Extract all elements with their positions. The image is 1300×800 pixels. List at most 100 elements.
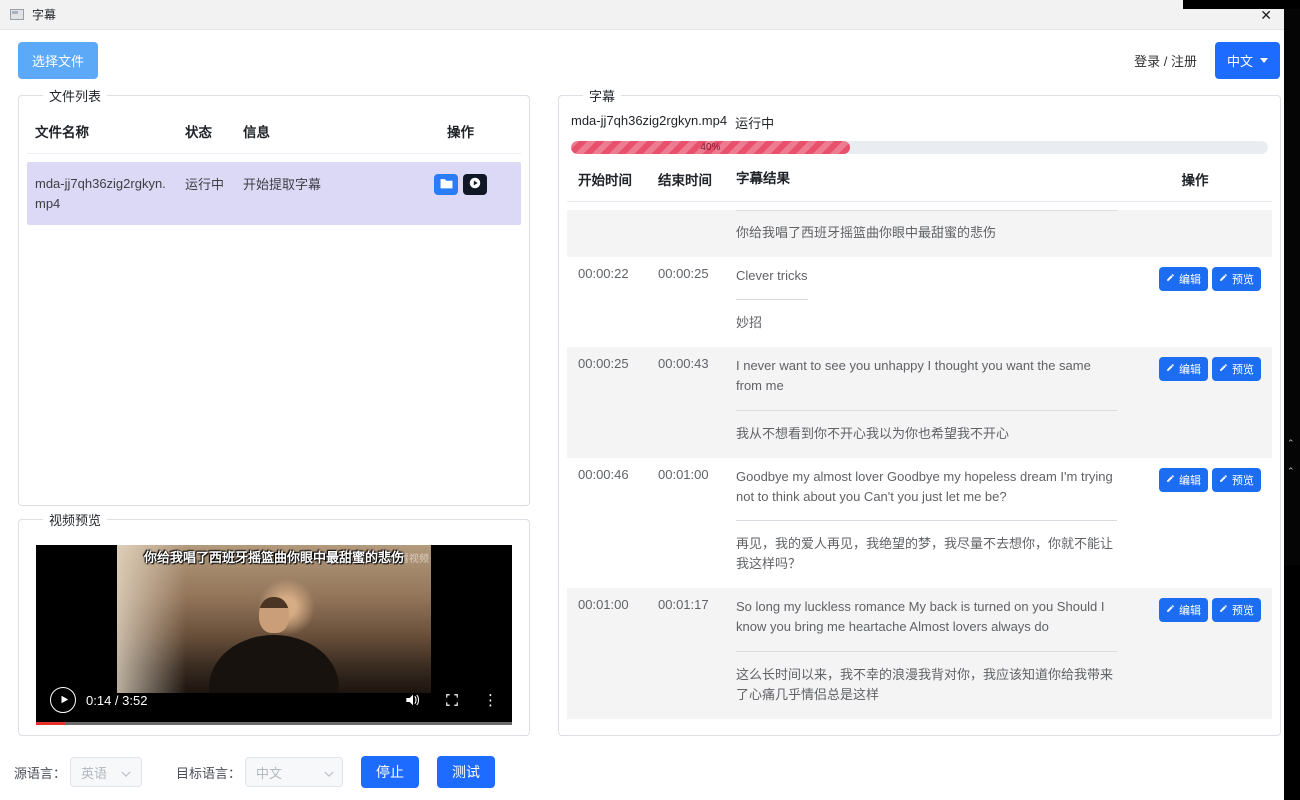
file-actions (408, 174, 513, 213)
test-button[interactable]: 测试 (437, 756, 495, 788)
video-figure (259, 597, 289, 633)
scroll-up-icon[interactable]: ⌃ (1287, 466, 1295, 477)
col-header-action: 操作 (1129, 169, 1261, 190)
edit-label: 编辑 (1179, 602, 1201, 618)
preview-button[interactable]: 预览 (1212, 267, 1261, 291)
pencil-icon (1219, 273, 1228, 285)
file-table-header: 文件名称 状态 信息 操作 (27, 105, 521, 154)
video-frame: 你给我唱了西班牙摇篮曲你眼中最甜蜜的悲伤 好看视频 (117, 545, 431, 693)
play-icon (58, 691, 69, 709)
edit-label: 编辑 (1179, 472, 1201, 488)
footer-bar: 源语言： 英语 目标语言： 中文 停止 测试 (0, 744, 1284, 800)
edit-button[interactable]: 编辑 (1159, 468, 1208, 492)
folder-icon (440, 177, 453, 192)
edit-button[interactable]: 编辑 (1159, 598, 1208, 622)
source-language-select[interactable]: 英语 (70, 757, 142, 787)
edit-label: 编辑 (1179, 361, 1201, 377)
preview-button[interactable]: 预览 (1212, 468, 1261, 492)
subtitle-original: I never want to see you unhappy I though… (736, 356, 1117, 410)
file-name: mda-jj7qh36zig2rgkyn.mp4 (35, 174, 185, 213)
video-player[interactable]: 你给我唱了西班牙摇篮曲你眼中最甜蜜的悲伤 好看视频 0:14 / 3:52 (36, 545, 512, 725)
edit-button[interactable]: 编辑 (1159, 267, 1208, 291)
file-status: 运行中 (185, 174, 243, 213)
col-header-action: 操作 (408, 121, 513, 141)
col-header-result: 字幕结果 (736, 169, 1129, 190)
col-header-start-time: 开始时间 (578, 169, 658, 190)
edit-button[interactable]: 编辑 (1159, 357, 1208, 381)
video-controls-right: ⋮ (405, 691, 498, 709)
edit-label: 编辑 (1179, 271, 1201, 287)
subtitle-file-name: mda-jj7qh36zig2rgkyn.mp4 (571, 113, 727, 132)
subtitle-row-partial: 你给我唱了西班牙摇篮曲你眼中最甜蜜的悲伤 (567, 210, 1272, 257)
scroll-up-icon[interactable]: ⌃ (1287, 438, 1295, 449)
preview-label: 预览 (1232, 271, 1254, 287)
open-folder-button[interactable] (434, 174, 458, 195)
stop-button[interactable]: 停止 (361, 756, 419, 788)
subtitle-rows: 你给我唱了西班牙摇篮曲你眼中最甜蜜的悲伤 00:00:22 00:00:25 C… (567, 202, 1272, 719)
language-label: 中文 (1227, 51, 1253, 70)
video-play-button[interactable] (50, 687, 76, 713)
app-icon (10, 9, 24, 20)
file-list-panel: 文件列表 文件名称 状态 信息 操作 mda-jj7qh36zig2rgkyn.… (18, 86, 530, 506)
subtitle-row: 00:01:00 00:01:17 So long my luckless ro… (567, 588, 1272, 719)
preview-label: 预览 (1232, 602, 1254, 618)
pencil-icon (1219, 363, 1228, 375)
play-circle-icon (468, 176, 482, 193)
end-time: 00:01:00 (658, 467, 736, 575)
subtitle-file-state: 运行中 (735, 113, 774, 132)
subtitle-translation: 你给我唱了西班牙摇篮曲你眼中最甜蜜的悲伤 (736, 223, 1117, 243)
fullscreen-icon[interactable] (445, 693, 459, 707)
volume-icon[interactable] (405, 693, 421, 707)
toolbar: 选择文件 登录 / 注册 中文 (0, 38, 1284, 80)
pencil-icon (1219, 604, 1228, 616)
pencil-icon (1166, 273, 1175, 285)
toolbar-right: 登录 / 注册 中文 (1134, 42, 1280, 79)
subtitle-original: Clever tricks (736, 266, 808, 300)
play-file-button[interactable] (463, 174, 487, 195)
subtitle-translation: 再见，我的爱人再见，我绝望的梦，我尽量不去想你，你就不能让我这样吗？ (736, 534, 1117, 574)
file-info: 开始提取字幕 (243, 174, 408, 213)
preview-button[interactable]: 预览 (1212, 357, 1261, 381)
start-time: 00:00:22 (578, 266, 658, 333)
subtitle-translation: 妙招 (736, 313, 1117, 333)
subtitle-original: Goodbye my almost lover Goodbye my hopel… (736, 467, 1117, 521)
video-preview-legend: 视频预览 (43, 510, 107, 529)
subtitle-original: So long my luckless romance My back is t… (736, 597, 1117, 651)
video-preview-panel: 视频预览 你给我唱了西班牙摇篮曲你眼中最甜蜜的悲伤 好看视频 0:14 / 3:… (18, 510, 530, 736)
select-file-button[interactable]: 选择文件 (18, 42, 98, 79)
progress-percent-label: 40% (700, 141, 720, 154)
caret-down-icon (1260, 58, 1268, 63)
kebab-menu-icon[interactable]: ⋮ (483, 691, 498, 709)
app-window: 字幕 ✕ 选择文件 登录 / 注册 中文 文件列表 文件名称 状态 信息 操作 … (0, 0, 1284, 800)
col-header-filename: 文件名称 (35, 121, 185, 141)
file-row[interactable]: mda-jj7qh36zig2rgkyn.mp4 运行中 开始提取字幕 (27, 162, 521, 225)
progress-fill: 40% (571, 141, 850, 154)
preview-button[interactable]: 预览 (1212, 598, 1261, 622)
login-register-link[interactable]: 登录 / 注册 (1134, 51, 1197, 70)
subtitles-panel: 字幕 mda-jj7qh36zig2rgkyn.mp4 运行中 40% 开始时间… (558, 86, 1281, 736)
subtitle-row: 00:00:22 00:00:25 Clever tricks 妙招 编辑 预览 (567, 257, 1272, 347)
subtitle-file-status: mda-jj7qh36zig2rgkyn.mp4 运行中 (571, 113, 1268, 132)
video-controls: 0:14 / 3:52 ⋮ (36, 678, 512, 722)
video-progress-bar[interactable] (36, 722, 512, 725)
preview-label: 预览 (1232, 361, 1254, 377)
row-divider (736, 210, 1117, 211)
source-language-label: 源语言： (14, 763, 66, 782)
background-notch (1183, 0, 1300, 9)
subtitles-legend: 字幕 (583, 86, 621, 105)
subtitle-translation: 我从不想看到你不开心我以为你也希望我不开心 (736, 424, 1117, 444)
start-time: 00:01:00 (578, 597, 658, 705)
extraction-progress-track: 40% (571, 141, 1268, 154)
start-time: 00:00:46 (578, 467, 658, 575)
target-language-value: 中文 (256, 763, 282, 782)
caret-down-icon (324, 765, 334, 780)
start-time: 00:00:25 (578, 356, 658, 443)
pencil-icon (1166, 474, 1175, 486)
target-language-label: 目标语言： (176, 763, 241, 782)
language-dropdown-button[interactable]: 中文 (1215, 42, 1280, 79)
video-progress-played (36, 722, 65, 725)
file-list-legend: 文件列表 (43, 86, 107, 105)
subtitle-table-header: 开始时间 结束时间 字幕结果 操作 (567, 154, 1272, 202)
pencil-icon (1219, 474, 1228, 486)
target-language-select[interactable]: 中文 (245, 757, 343, 787)
